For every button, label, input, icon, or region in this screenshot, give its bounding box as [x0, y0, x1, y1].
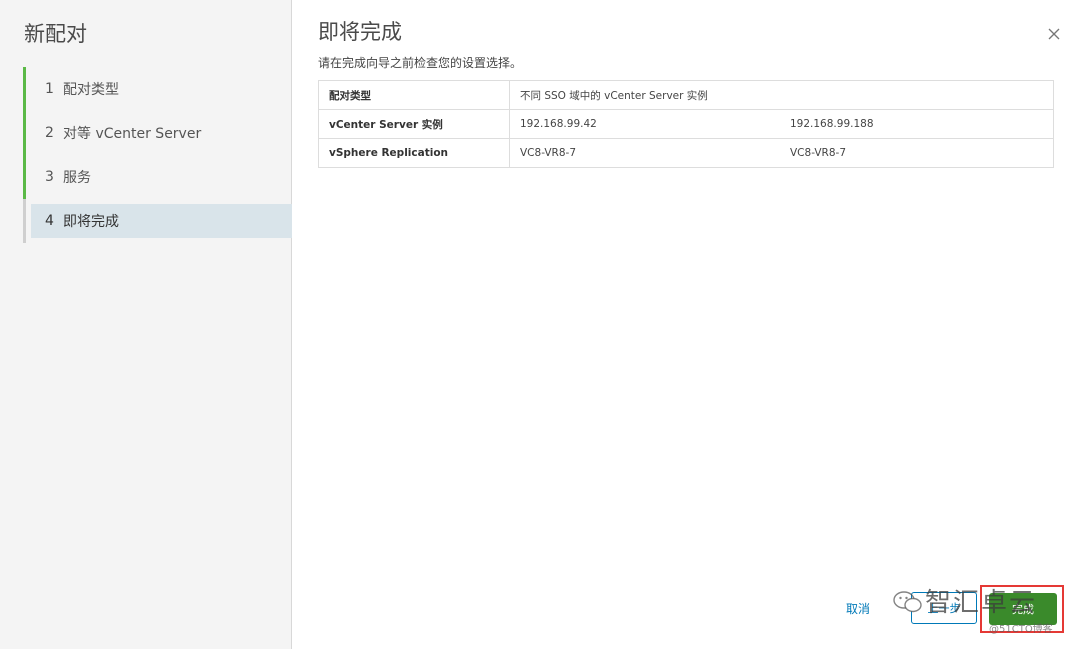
wizard-sidebar: 新配对 1 配对类型 2 对等 vCenter Server 3 服务 4 即将…	[0, 0, 292, 649]
row-key: vSphere Replication	[318, 138, 510, 168]
step-label: 配对类型	[63, 82, 119, 98]
cancel-button[interactable]: 取消	[846, 600, 870, 617]
step-number: 2	[45, 125, 54, 141]
new-pairing-dialog: 新配对 1 配对类型 2 对等 vCenter Server 3 服务 4 即将…	[0, 0, 1080, 649]
row-value-local: 192.168.99.42	[509, 109, 780, 139]
row-value-local: VC8-VR8-7	[509, 138, 780, 168]
row-value-remote: 192.168.99.188	[780, 109, 1054, 139]
step-number: 3	[45, 169, 54, 185]
step-label: 服务	[63, 170, 91, 186]
page-subtitle: 请在完成向导之前检查您的设置选择。	[318, 56, 523, 70]
back-button[interactable]: 上一步	[911, 592, 977, 624]
row-key: vCenter Server 实例	[318, 109, 510, 139]
close-icon	[1048, 28, 1060, 40]
step-ready-to-complete[interactable]: 4 即将完成	[23, 199, 292, 243]
step-peer-vcenter-server[interactable]: 2 对等 vCenter Server	[23, 111, 292, 155]
page-title: 即将完成	[318, 20, 402, 44]
step-pairing-type[interactable]: 1 配对类型	[23, 67, 292, 111]
step-number: 4	[45, 213, 54, 229]
step-label: 对等 vCenter Server	[63, 126, 202, 142]
step-number: 1	[45, 81, 54, 97]
table-row: vCenter Server 实例 192.168.99.42 192.168.…	[318, 109, 1054, 139]
row-value-remote: VC8-VR8-7	[780, 138, 1054, 168]
step-services[interactable]: 3 服务	[23, 155, 292, 199]
table-row: 配对类型 不同 SSO 域中的 vCenter Server 实例	[318, 80, 1054, 110]
review-settings-table: 配对类型 不同 SSO 域中的 vCenter Server 实例 vCente…	[318, 80, 1054, 168]
wizard-title: 新配对	[24, 22, 87, 46]
wizard-steps: 1 配对类型 2 对等 vCenter Server 3 服务 4 即将完成	[0, 67, 292, 243]
table-row: vSphere Replication VC8-VR8-7 VC8-VR8-7	[318, 138, 1054, 168]
row-key: 配对类型	[318, 80, 510, 110]
close-button[interactable]	[1046, 26, 1062, 42]
row-value: 不同 SSO 域中的 vCenter Server 实例	[509, 80, 1054, 110]
finish-button-highlight-box	[980, 585, 1064, 633]
step-label: 即将完成	[63, 214, 119, 230]
